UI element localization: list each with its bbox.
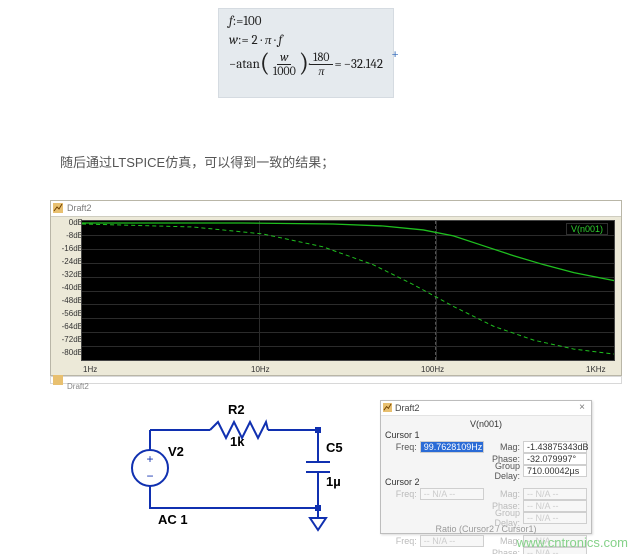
subplot-titlebar[interactable]: Draft2 [50, 376, 622, 384]
x-tick: 10Hz [251, 365, 270, 374]
x-tick: 100Hz [421, 365, 444, 374]
app-icon [53, 375, 63, 385]
subplot-title-text: Draft2 [67, 382, 89, 391]
freq-label: Freq: [385, 442, 420, 452]
x-tick: 1Hz [83, 365, 97, 374]
y-tick: -80dB [53, 348, 83, 357]
mag-label: Mag: [484, 442, 523, 452]
svg-text:−: − [146, 469, 153, 483]
y-tick: 0dB [53, 218, 83, 227]
dot-op: · [261, 33, 262, 48]
gdelay-label: Group Delay: [477, 461, 523, 481]
bode-plot-window: Draft2 0dB -8dB -16dB -24dB -32dB -40dB … [50, 200, 622, 376]
math-line-1: f:=100 [229, 15, 383, 28]
c1-gdelay-value[interactable]: 710.00042µs [523, 465, 587, 477]
c2-mag-value: -- N/A -- [523, 488, 587, 500]
math-line-2: w:= 2 · π · f [229, 34, 383, 47]
dialog-title-text: Draft2 [395, 403, 420, 413]
paren-group: ( w 1000 ) [260, 51, 309, 78]
math-line-3: −atan ( w 1000 ) · 180 π = −32.142 [229, 51, 383, 78]
c1-phase-value[interactable]: -32.079997° [523, 453, 587, 465]
y-tick: -64dB [53, 322, 83, 331]
equals: = [335, 58, 342, 71]
r2-label: R2 [228, 402, 245, 417]
dialog-titlebar[interactable]: Draft2 × [381, 401, 591, 416]
c2-row-gdelay: Group Delay: -- N/A -- [385, 512, 587, 523]
close-icon[interactable]: × [575, 402, 589, 413]
plot-title-text: Draft2 [67, 203, 92, 213]
y-tick: -16dB [53, 244, 83, 253]
y-tick: -8dB [53, 231, 83, 240]
dot-op: · [274, 33, 275, 48]
neg-atan: −atan [229, 58, 260, 71]
dialog-heading: V(n001) [385, 419, 587, 429]
v2-label: V2 [168, 444, 184, 459]
schematic-svg: + − [118, 400, 350, 540]
ratio-label: Ratio (Cursor2 / Cursor1) [385, 524, 587, 534]
plot-titlebar[interactable]: Draft2 [51, 201, 621, 217]
math-f-val: 100 [243, 14, 261, 29]
math-f-var: f [278, 33, 282, 48]
c5-value: 1µ [326, 474, 341, 489]
cursor-dialog[interactable]: Draft2 × V(n001) Cursor 1 Freq: 99.76281… [380, 400, 592, 534]
c1-row-freq: Freq: 99.7628109Hz Mag: -1.43875343dB [385, 441, 587, 452]
watermark: www.cntronics.com [517, 535, 628, 550]
c1-mag-value[interactable]: -1.43875343dB [523, 441, 587, 453]
result-value: −32.142 [344, 58, 383, 71]
y-tick: -32dB [53, 270, 83, 279]
r2-value: 1k [230, 434, 244, 449]
two: 2 [252, 33, 258, 48]
c2-freq-value: -- N/A -- [420, 488, 484, 500]
body-sentence: 随后通过LTSPICE仿真，可以得到一致的结果； [60, 152, 334, 171]
bode-traces [82, 221, 614, 360]
y-tick: -40dB [53, 283, 83, 292]
y-tick: -56dB [53, 309, 83, 318]
x-tick: 1KHz [586, 365, 606, 374]
schematic: + − R2 1k C5 1µ V2 AC 1 [118, 400, 350, 540]
app-icon [383, 403, 392, 412]
v2-value: AC 1 [158, 512, 188, 527]
c1-row-gdelay: Group Delay: 710.00042µs [385, 465, 587, 476]
svg-text:+: + [146, 452, 153, 466]
c5-label: C5 [326, 440, 343, 455]
plot-canvas[interactable]: V(n001) [81, 220, 615, 361]
cursor1-label: Cursor 1 [385, 430, 587, 440]
c1-freq-value[interactable]: 99.7628109Hz [420, 441, 484, 453]
math-w-var: w [229, 33, 238, 48]
y-tick: -48dB [53, 296, 83, 305]
fraction-180-pi: 180 π [310, 51, 332, 78]
c2-row-freq: Freq: -- N/A -- Mag: -- N/A -- [385, 488, 587, 499]
fraction-w-1000: w 1000 [270, 51, 299, 78]
pi: π [265, 33, 272, 48]
app-icon [53, 203, 63, 213]
y-tick: -72dB [53, 335, 83, 344]
c2-gdelay-value: -- N/A -- [523, 512, 587, 524]
assign-op: := [238, 33, 249, 48]
plus-cursor-icon: + [391, 45, 399, 62]
c2-phase-value: -- N/A -- [523, 500, 587, 512]
y-tick: -24dB [53, 257, 83, 266]
assign-op: := [233, 14, 244, 29]
math-block: f:=100 w:= 2 · π · f −atan ( w 1000 ) · … [218, 8, 394, 98]
